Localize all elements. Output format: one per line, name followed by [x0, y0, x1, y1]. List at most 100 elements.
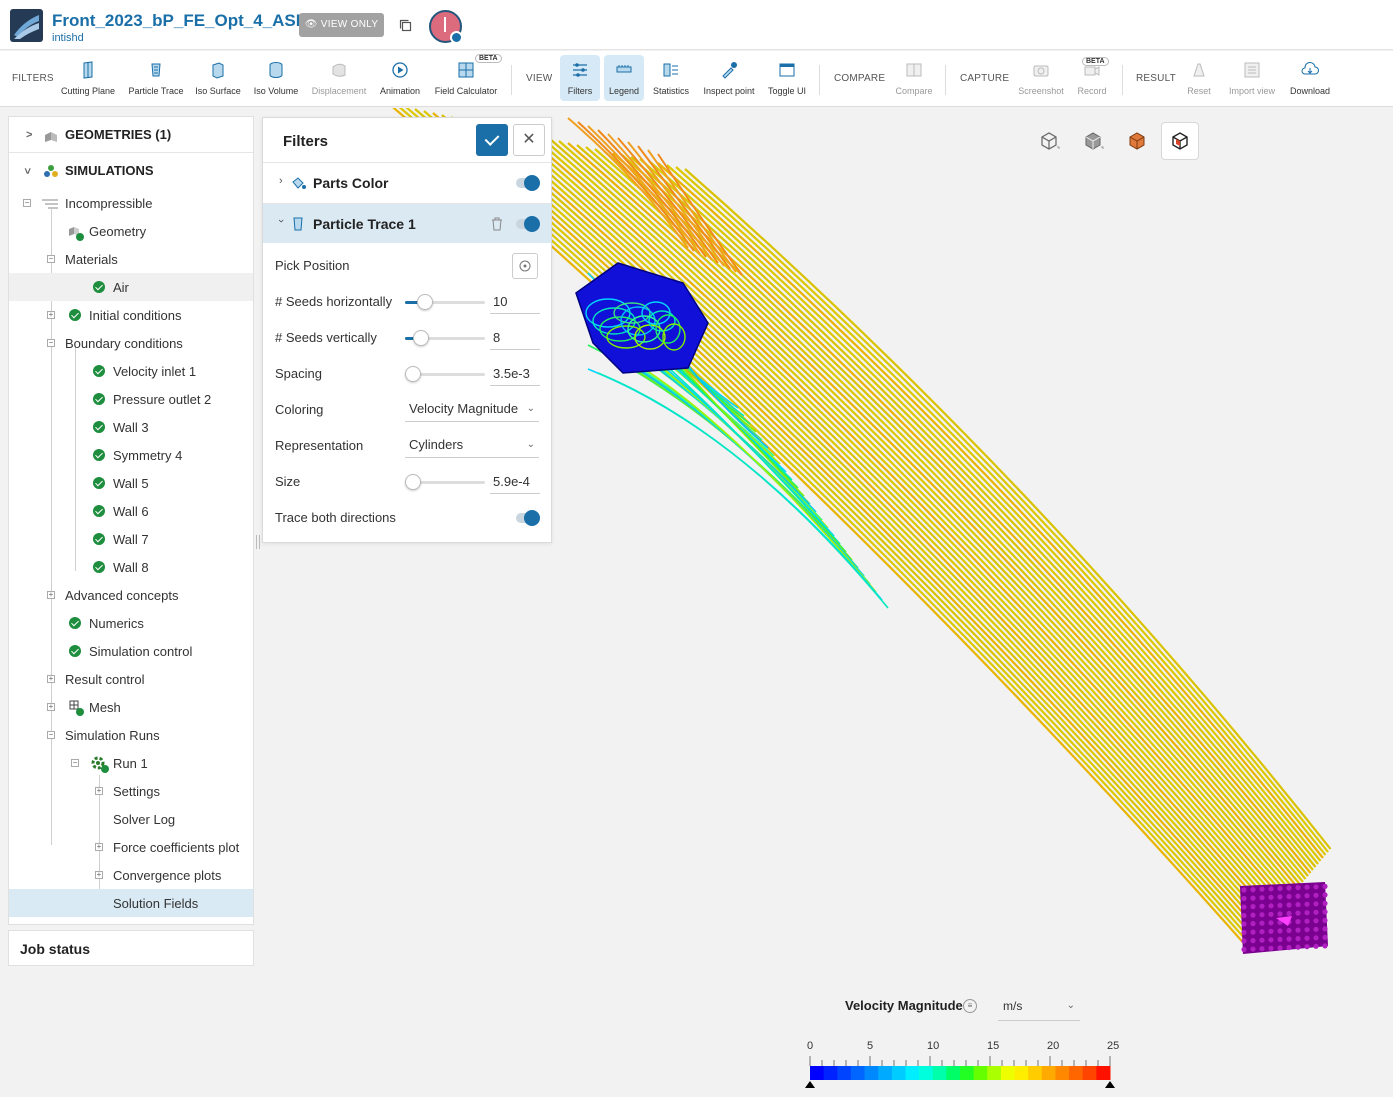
- parts-color-header[interactable]: › Parts Color: [263, 162, 551, 202]
- expand-icon[interactable]: +: [47, 311, 55, 319]
- pick-position-button[interactable]: [512, 253, 538, 279]
- slider-handle[interactable]: [405, 474, 421, 490]
- reset-button[interactable]: Reset: [1182, 55, 1216, 101]
- legend-menu-icon[interactable]: ≡: [963, 999, 977, 1013]
- size-slider[interactable]: [405, 474, 485, 490]
- iso-surface-button[interactable]: Iso Surface: [193, 55, 243, 101]
- trace-both-directions-toggle[interactable]: [516, 510, 540, 526]
- spacing-input[interactable]: 3.5e-3: [490, 364, 540, 386]
- job-status-panel[interactable]: Job status: [8, 930, 254, 966]
- tree-item-bc-2[interactable]: Pressure outlet 2: [9, 385, 253, 413]
- view-surface-button[interactable]: [1118, 122, 1156, 160]
- slider-handle[interactable]: [413, 330, 429, 346]
- seeds-horizontally-input[interactable]: 10: [490, 292, 540, 314]
- tree-item-convergence-plots[interactable]: + Convergence plots: [9, 861, 253, 889]
- slider-handle[interactable]: [417, 294, 433, 310]
- expand-icon[interactable]: +: [95, 787, 103, 795]
- coloring-select[interactable]: Velocity Magnitude ⌄: [405, 398, 539, 422]
- panel-resize-handle[interactable]: [256, 535, 260, 549]
- tree-item-advanced-concepts[interactable]: + Advanced concepts: [9, 581, 253, 609]
- collapse-icon[interactable]: −: [47, 731, 55, 739]
- view-wireframe-button[interactable]: [1030, 122, 1068, 160]
- tree-item-force-coefficients-plot[interactable]: + Force coefficients plot: [9, 833, 253, 861]
- parts-color-toggle[interactable]: [516, 175, 540, 191]
- chevron-down-icon[interactable]: >: [21, 168, 33, 174]
- collapse-icon[interactable]: −: [47, 339, 55, 347]
- particle-trace-button[interactable]: Particle Trace: [126, 55, 186, 101]
- tree-item-air[interactable]: Air: [9, 273, 253, 301]
- tree-item-result-control[interactable]: + Result control: [9, 665, 253, 693]
- legend-max-handle[interactable]: [1105, 1081, 1115, 1088]
- slider-handle[interactable]: [405, 366, 421, 382]
- spacing-slider[interactable]: [405, 366, 485, 382]
- tree-item-bc-5[interactable]: Wall 5: [9, 469, 253, 497]
- tree-item-boundary-conditions[interactable]: − Boundary conditions: [9, 329, 253, 357]
- particle-trace-header[interactable]: › Particle Trace 1: [263, 203, 551, 243]
- copy-icon[interactable]: [399, 19, 413, 33]
- trash-icon[interactable]: [491, 217, 503, 231]
- particle-trace-toggle[interactable]: [516, 216, 540, 232]
- import-view-button[interactable]: Import view: [1226, 55, 1278, 101]
- tree-item-bc-6[interactable]: Wall 6: [9, 497, 253, 525]
- project-owner[interactable]: intishd: [52, 32, 84, 44]
- view-surface-edges-button[interactable]: [1161, 122, 1199, 160]
- animation-button[interactable]: Animation: [376, 55, 424, 101]
- tree-item-simulation-runs[interactable]: − Simulation Runs: [9, 721, 253, 749]
- chevron-right-icon[interactable]: ›: [279, 175, 283, 187]
- tree-item-simulation-control[interactable]: Simulation control: [9, 637, 253, 665]
- view-solid-button[interactable]: [1074, 122, 1112, 160]
- tree-item-geometry[interactable]: Geometry: [9, 217, 253, 245]
- tree-item-run-1[interactable]: − Run 1: [9, 749, 253, 777]
- toggle-ui-button[interactable]: Toggle UI: [765, 55, 809, 101]
- tree-item-numerics[interactable]: Numerics: [9, 609, 253, 637]
- chevron-right-icon[interactable]: >: [26, 129, 32, 141]
- tree-item-bc-1[interactable]: Velocity inlet 1: [9, 357, 253, 385]
- inspect-point-button[interactable]: Inspect point: [700, 55, 758, 101]
- user-avatar[interactable]: [429, 10, 463, 44]
- download-button[interactable]: Download: [1287, 55, 1333, 101]
- seeds-horizontally-slider[interactable]: [405, 294, 485, 310]
- tree-item-solution-fields[interactable]: Solution Fields: [9, 889, 253, 917]
- tree-item-bc-7[interactable]: Wall 7: [9, 525, 253, 553]
- tree-item-mesh[interactable]: + Mesh: [9, 693, 253, 721]
- chevron-down-icon[interactable]: ›: [275, 219, 287, 223]
- tree-item-bc-4[interactable]: Symmetry 4: [9, 441, 253, 469]
- displacement-button[interactable]: Displacement: [309, 55, 369, 101]
- tree-item-initial-conditions[interactable]: + Initial conditions: [9, 301, 253, 329]
- project-title[interactable]: Front_2023_bP_FE_Opt_4_ASM: [52, 11, 310, 31]
- confirm-button[interactable]: [476, 124, 508, 156]
- statistics-button[interactable]: Statistics: [650, 55, 692, 101]
- filters-button[interactable]: Filters: [560, 55, 600, 101]
- expand-icon[interactable]: +: [47, 675, 55, 683]
- size-input[interactable]: 5.9e-4: [490, 472, 540, 494]
- tree-item-bc-3[interactable]: Wall 3: [9, 413, 253, 441]
- seeds-vertically-slider[interactable]: [405, 330, 485, 346]
- collapse-icon[interactable]: −: [47, 255, 55, 263]
- close-button[interactable]: ✕: [513, 124, 545, 156]
- expand-icon[interactable]: +: [95, 871, 103, 879]
- cutting-plane-button[interactable]: Cutting Plane: [58, 55, 118, 101]
- tree-item-solver-log[interactable]: Solver Log: [9, 805, 253, 833]
- geometries-section-header[interactable]: > GEOMETRIES (1): [9, 117, 253, 153]
- tree-item-materials[interactable]: − Materials: [9, 245, 253, 273]
- screenshot-button[interactable]: Screenshot: [1016, 55, 1066, 101]
- color-legend[interactable]: 0 5 10 15 20 25: [800, 1036, 1130, 1094]
- tree-item-settings[interactable]: + Settings: [9, 777, 253, 805]
- representation-select[interactable]: Cylinders ⌄: [405, 434, 539, 458]
- expand-icon[interactable]: +: [47, 591, 55, 599]
- iso-volume-button[interactable]: Iso Volume: [250, 55, 302, 101]
- compare-button[interactable]: Compare: [892, 55, 936, 101]
- simscale-logo-icon[interactable]: [10, 9, 43, 42]
- legend-min-handle[interactable]: [805, 1081, 815, 1088]
- collapse-icon[interactable]: −: [23, 199, 31, 207]
- expand-icon[interactable]: +: [95, 843, 103, 851]
- expand-icon[interactable]: +: [47, 703, 55, 711]
- collapse-icon[interactable]: −: [71, 759, 79, 767]
- legend-button[interactable]: Legend: [604, 55, 644, 101]
- legend-unit-select[interactable]: m/s ⌄: [998, 993, 1080, 1021]
- simulations-section-header[interactable]: > SIMULATIONS: [9, 153, 253, 189]
- seeds-vertically-input[interactable]: 8: [490, 328, 540, 350]
- streamline: [684, 168, 1332, 850]
- tree-item-incompressible[interactable]: − Incompressible: [9, 189, 253, 217]
- tree-item-bc-8[interactable]: Wall 8: [9, 553, 253, 581]
